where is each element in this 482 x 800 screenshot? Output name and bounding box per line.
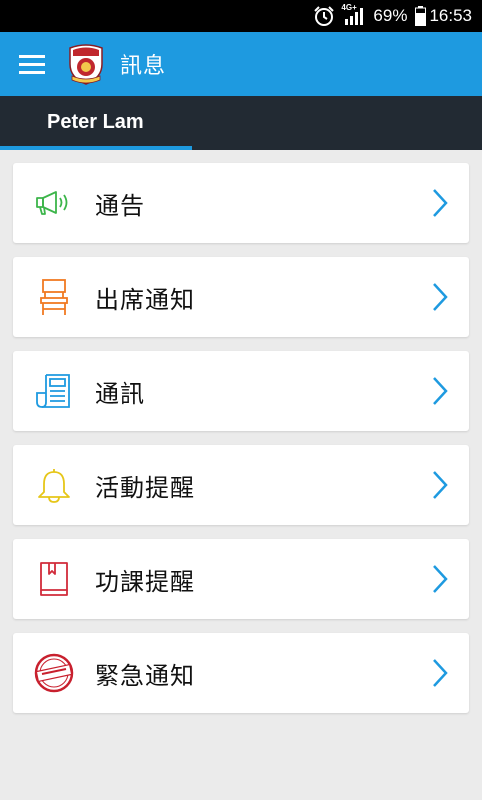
chevron-right-icon	[433, 471, 448, 499]
clock: 16:53	[429, 6, 472, 25]
list-item-label: 活動提醒	[95, 473, 195, 502]
list-item-label: 出席通知	[95, 285, 195, 314]
alarm-icon	[313, 5, 335, 27]
app-bar: 訊息	[0, 32, 482, 96]
newsletter-icon	[34, 371, 74, 411]
list-item-attendance[interactable]: 出席通知	[13, 257, 469, 337]
user-bar: Peter Lam	[0, 96, 482, 146]
signal-icon: 4G+	[341, 3, 365, 26]
list-item-label: 通訊	[95, 379, 145, 408]
hamburger-menu-icon[interactable]	[2, 32, 62, 96]
battery-icon	[415, 6, 427, 26]
list-item-activity-reminder[interactable]: 活動提醒	[13, 445, 469, 525]
list-item-label: 緊急通知	[95, 661, 195, 690]
book-icon	[34, 559, 74, 599]
list-item-notice[interactable]: 通告	[13, 163, 469, 243]
message-category-list: 通告 出席通知 通訊 活動提醒 功課提醒 緊急通知	[13, 163, 469, 727]
chevron-right-icon	[433, 377, 448, 405]
network-type: 4G+	[341, 3, 357, 12]
megaphone-icon	[34, 183, 74, 223]
chevron-right-icon	[433, 565, 448, 593]
user-name: Peter Lam	[47, 111, 144, 133]
list-item-label: 通告	[95, 191, 145, 220]
list-item-homework-reminder[interactable]: 功課提醒	[13, 539, 469, 619]
tab-indicator	[0, 146, 192, 150]
bell-icon	[34, 465, 74, 505]
status-bar: 4G+ 69% 16:53	[0, 0, 482, 32]
battery-percent: 69%	[373, 6, 408, 25]
school-crest-logo	[64, 42, 108, 86]
list-item-urgent-notice[interactable]: 緊急通知	[13, 633, 469, 713]
chevron-right-icon	[433, 283, 448, 311]
page-title: 訊息	[120, 54, 167, 79]
list-item-newsletter[interactable]: 通訊	[13, 351, 469, 431]
chair-icon	[34, 277, 74, 317]
urgent-stamp-icon	[34, 653, 74, 693]
tab-track	[192, 146, 482, 150]
chevron-right-icon	[433, 659, 448, 687]
chevron-right-icon	[433, 189, 448, 217]
list-item-label: 功課提醒	[95, 567, 195, 596]
